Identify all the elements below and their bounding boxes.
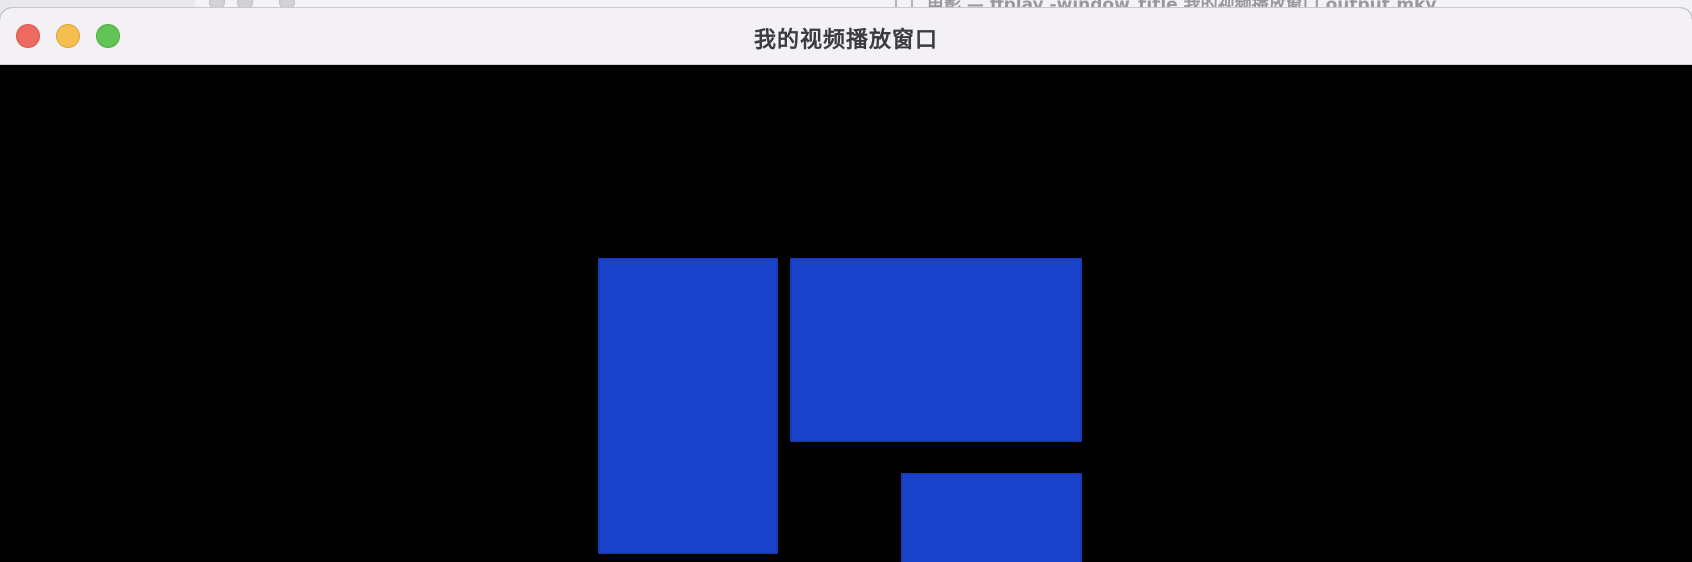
window-title: 我的视频播放窗口 xyxy=(753,28,938,53)
video-blue-block-left xyxy=(598,258,778,554)
title-bar[interactable]: 我的视频播放窗口 xyxy=(0,8,1692,65)
video-blue-block-top-right xyxy=(790,258,1082,442)
video-window: 我的视频播放窗口 xyxy=(0,8,1692,562)
video-frame[interactable] xyxy=(0,65,1692,562)
video-blue-block-bottom-right xyxy=(901,473,1082,562)
